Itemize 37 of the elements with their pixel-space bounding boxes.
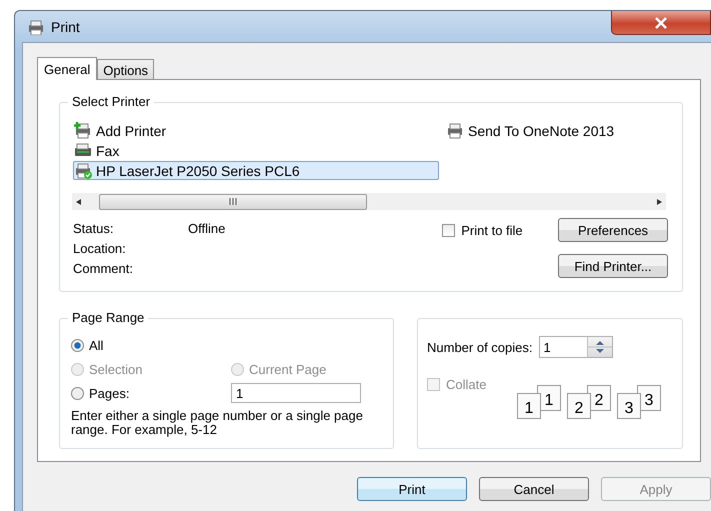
copies-spinner[interactable]: 1	[538, 336, 612, 358]
find-printer-button[interactable]: Find Printer...	[558, 254, 668, 278]
printer-item[interactable]: Send To OneNote 2013	[445, 121, 622, 140]
printer-item[interactable]: Fax	[73, 141, 445, 160]
horizontal-scrollbar[interactable]	[72, 193, 666, 210]
close-button[interactable]	[611, 11, 711, 35]
radio-icon[interactable]	[71, 338, 84, 352]
printer-item[interactable]: HP LaserJet P2050 Series PCL6	[73, 161, 439, 180]
field-label: Location:	[73, 240, 127, 256]
preferences-button[interactable]: Preferences	[558, 218, 668, 242]
tab[interactable]: Options	[97, 59, 154, 79]
tab[interactable]: General	[37, 57, 98, 80]
grip-icon	[228, 198, 238, 205]
dialog-button[interactable]: Print	[357, 477, 467, 501]
dialog-button[interactable]: Cancel	[479, 477, 589, 501]
printer-item[interactable]: Add Printer	[73, 121, 445, 140]
pages-input-field[interactable]: 1	[231, 383, 361, 403]
radio-option[interactable]: Pages:	[71, 386, 231, 400]
page-sheet: 1	[517, 393, 541, 419]
group-title: Page Range	[68, 310, 148, 325]
radio-option[interactable]: All	[71, 338, 104, 352]
group-title: Select Printer	[68, 94, 154, 109]
close-icon	[654, 16, 668, 28]
checkbox-label[interactable]: Print to file	[461, 222, 523, 238]
page-sheet: 3	[617, 393, 641, 419]
field-label: Status:	[73, 220, 114, 236]
field-label: Comment:	[73, 260, 134, 276]
field-value: Offline	[188, 220, 226, 236]
hint-text: Enter either a single page number or a single page range. For example, 5-12	[71, 409, 364, 437]
field-label: Number of copies:	[427, 340, 532, 354]
fax-icon	[74, 142, 94, 159]
checkbox[interactable]	[442, 224, 456, 236]
printer-check-icon	[74, 162, 94, 179]
printer-icon	[27, 18, 45, 34]
window-title: Print	[51, 18, 80, 34]
radio-icon[interactable]	[71, 386, 84, 400]
page-sheet: 2	[567, 393, 591, 419]
